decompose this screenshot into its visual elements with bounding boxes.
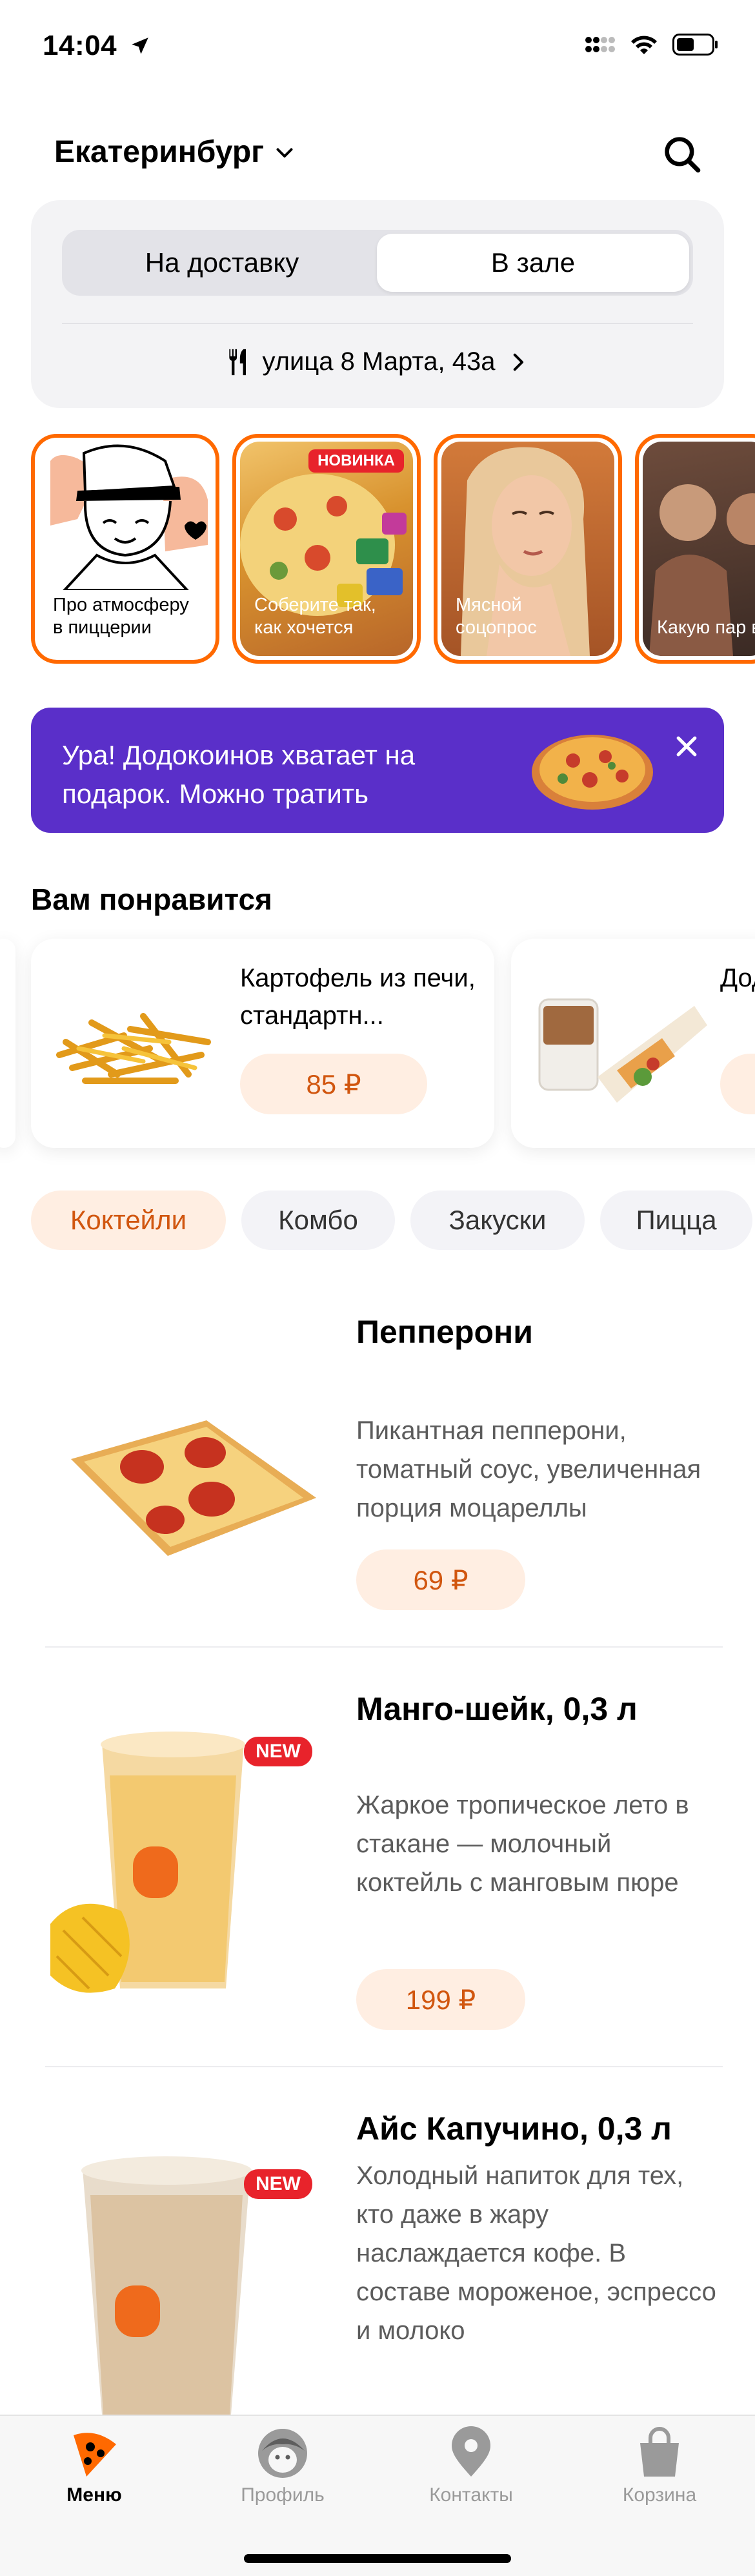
delivery-tab[interactable]: На доставку — [66, 234, 378, 292]
product-title: Айс Капучино, 0,3 л — [356, 2111, 672, 2147]
city-name: Екатеринбург — [54, 135, 265, 169]
map-pin-icon — [452, 2426, 490, 2477]
restaurant-address-row[interactable]: улица 8 Марта, 43а — [31, 347, 724, 376]
category-cocktails[interactable]: Коктейли — [31, 1191, 226, 1250]
product-item[interactable]: NEW Айс Капучино, 0,3 л Холодный напиток… — [31, 2092, 724, 2415]
status-time: 14:04 — [43, 30, 151, 62]
wifi-icon — [631, 36, 657, 54]
story-meat-survey[interactable]: Мясной соцопрос — [434, 434, 622, 664]
ice-cappuccino-image — [81, 2156, 252, 2415]
chevron-down-icon — [276, 148, 293, 158]
tab-label: Профиль — [241, 2484, 325, 2506]
story-build-your-own[interactable]: НОВИНКА Соберите так, как хочется — [232, 434, 421, 664]
battery-icon — [672, 34, 718, 56]
new-badge: NEW — [244, 1737, 312, 1766]
tab-profile[interactable]: Профиль — [188, 2425, 377, 2528]
product-price-button[interactable]: 69 ₽ — [356, 1549, 525, 1610]
recommendation-price-button[interactable] — [720, 1054, 755, 1114]
search-icon[interactable] — [661, 133, 703, 176]
fries-image — [56, 1013, 211, 1084]
fork-knife-icon — [228, 349, 246, 375]
story-label: Соберите так, как хочется — [254, 595, 376, 638]
new-badge: NEW — [244, 2169, 312, 2199]
tab-cart[interactable]: Корзина — [565, 2425, 754, 2528]
dodocoins-promo-banner[interactable]: Ура! Додокоинов хватает на подарок. Можн… — [31, 708, 724, 833]
tab-contacts[interactable]: Контакты — [377, 2425, 565, 2528]
promo-text: Ура! Додокоинов хватает на подарок. Можн… — [62, 740, 416, 809]
category-pizza[interactable]: Пицца — [600, 1191, 752, 1250]
close-icon[interactable] — [672, 732, 701, 761]
story-image: Про атмосферу в пиццерии — [39, 442, 212, 656]
product-item[interactable]: NEW Манго-шейк, 0,3 л Жаркое тропическое… — [31, 1672, 724, 2072]
product-description: Жаркое тропическое лето в стакане — моло… — [356, 1791, 689, 1897]
tab-bar: Меню Профиль Контакты Корзина — [0, 2415, 755, 2576]
divider — [45, 1646, 723, 1648]
home-indicator — [244, 2554, 511, 2563]
dine-in-tab[interactable]: В зале — [377, 234, 689, 292]
status-icons — [585, 34, 719, 56]
signal-dots-icon — [585, 37, 615, 52]
recommendation-card[interactable]: Дод нап — [511, 939, 755, 1148]
category-combo[interactable]: Комбо — [241, 1191, 395, 1250]
recommendation-card[interactable]: Картофель из печи, стандартн... 85 ₽ — [31, 939, 494, 1148]
product-description: Пикантная пепперони, томатный соус, увел… — [356, 1416, 701, 1522]
recommendation-name: Дод нап — [720, 964, 755, 992]
product-description: Холодный напиток для тех, кто даже в жар… — [356, 2162, 716, 2345]
story-label: Мясной соцопрос — [456, 595, 537, 638]
restaurant-address: улица 8 Марта, 43а — [262, 347, 496, 376]
product-item[interactable]: Пепперони Пикантная пепперони, томатный … — [31, 1291, 724, 1653]
city-picker[interactable]: Екатеринбург — [54, 134, 296, 170]
story-choose-pair[interactable]: Какую пар выбрать? — [635, 434, 755, 664]
coffee-and-roll-image — [538, 998, 707, 1103]
tab-menu[interactable]: Меню — [0, 2425, 188, 2528]
story-new-badge: НОВИНКА — [308, 449, 404, 473]
recommendation-name: Картофель из печи, стандартн... — [240, 964, 476, 1030]
story-image: Мясной соцопрос — [441, 442, 614, 656]
pepperoni-pizza-image — [71, 1420, 316, 1556]
recommendation-card-partial[interactable] — [0, 939, 15, 1148]
order-mode-card: На доставку В зале улица 8 Марта, 43а — [31, 200, 724, 408]
story-label: Какую пар выбрать? — [657, 617, 755, 638]
story-label: Про атмосферу в пиццерии — [53, 595, 189, 638]
chevron-right-icon — [514, 353, 524, 371]
face-icon — [258, 2429, 307, 2478]
divider — [62, 323, 693, 324]
product-title: Манго-шейк, 0,3 л — [356, 1691, 638, 1727]
product-price-button[interactable]: 199 ₽ — [356, 1969, 525, 2030]
tab-label: Меню — [66, 2484, 122, 2506]
mango-shake-image — [50, 1732, 245, 1993]
category-snacks[interactable]: Закуски — [410, 1191, 585, 1250]
location-arrow-icon — [132, 37, 148, 54]
pizza-image — [532, 735, 653, 810]
product-title: Пепперони — [356, 1314, 533, 1350]
order-mode-segmented-control: На доставку В зале — [62, 230, 693, 296]
story-image: Какую пар выбрать? — [643, 442, 755, 656]
tab-label: Контакты — [429, 2484, 513, 2506]
pizza-slice-icon — [74, 2433, 116, 2477]
story-image: НОВИНКА Соберите так, как хочется — [240, 442, 413, 656]
shopping-bag-icon — [640, 2427, 679, 2477]
divider — [45, 2066, 723, 2067]
status-time-text: 14:04 — [43, 30, 117, 61]
cartoon-boy-illustration — [50, 444, 208, 590]
recommendation-price-button[interactable]: 85 ₽ — [240, 1054, 427, 1114]
story-atmosphere[interactable]: Про атмосферу в пиццерии — [31, 434, 219, 664]
tab-label: Корзина — [622, 2484, 697, 2506]
recommendations-title: Вам понравится — [31, 883, 272, 916]
